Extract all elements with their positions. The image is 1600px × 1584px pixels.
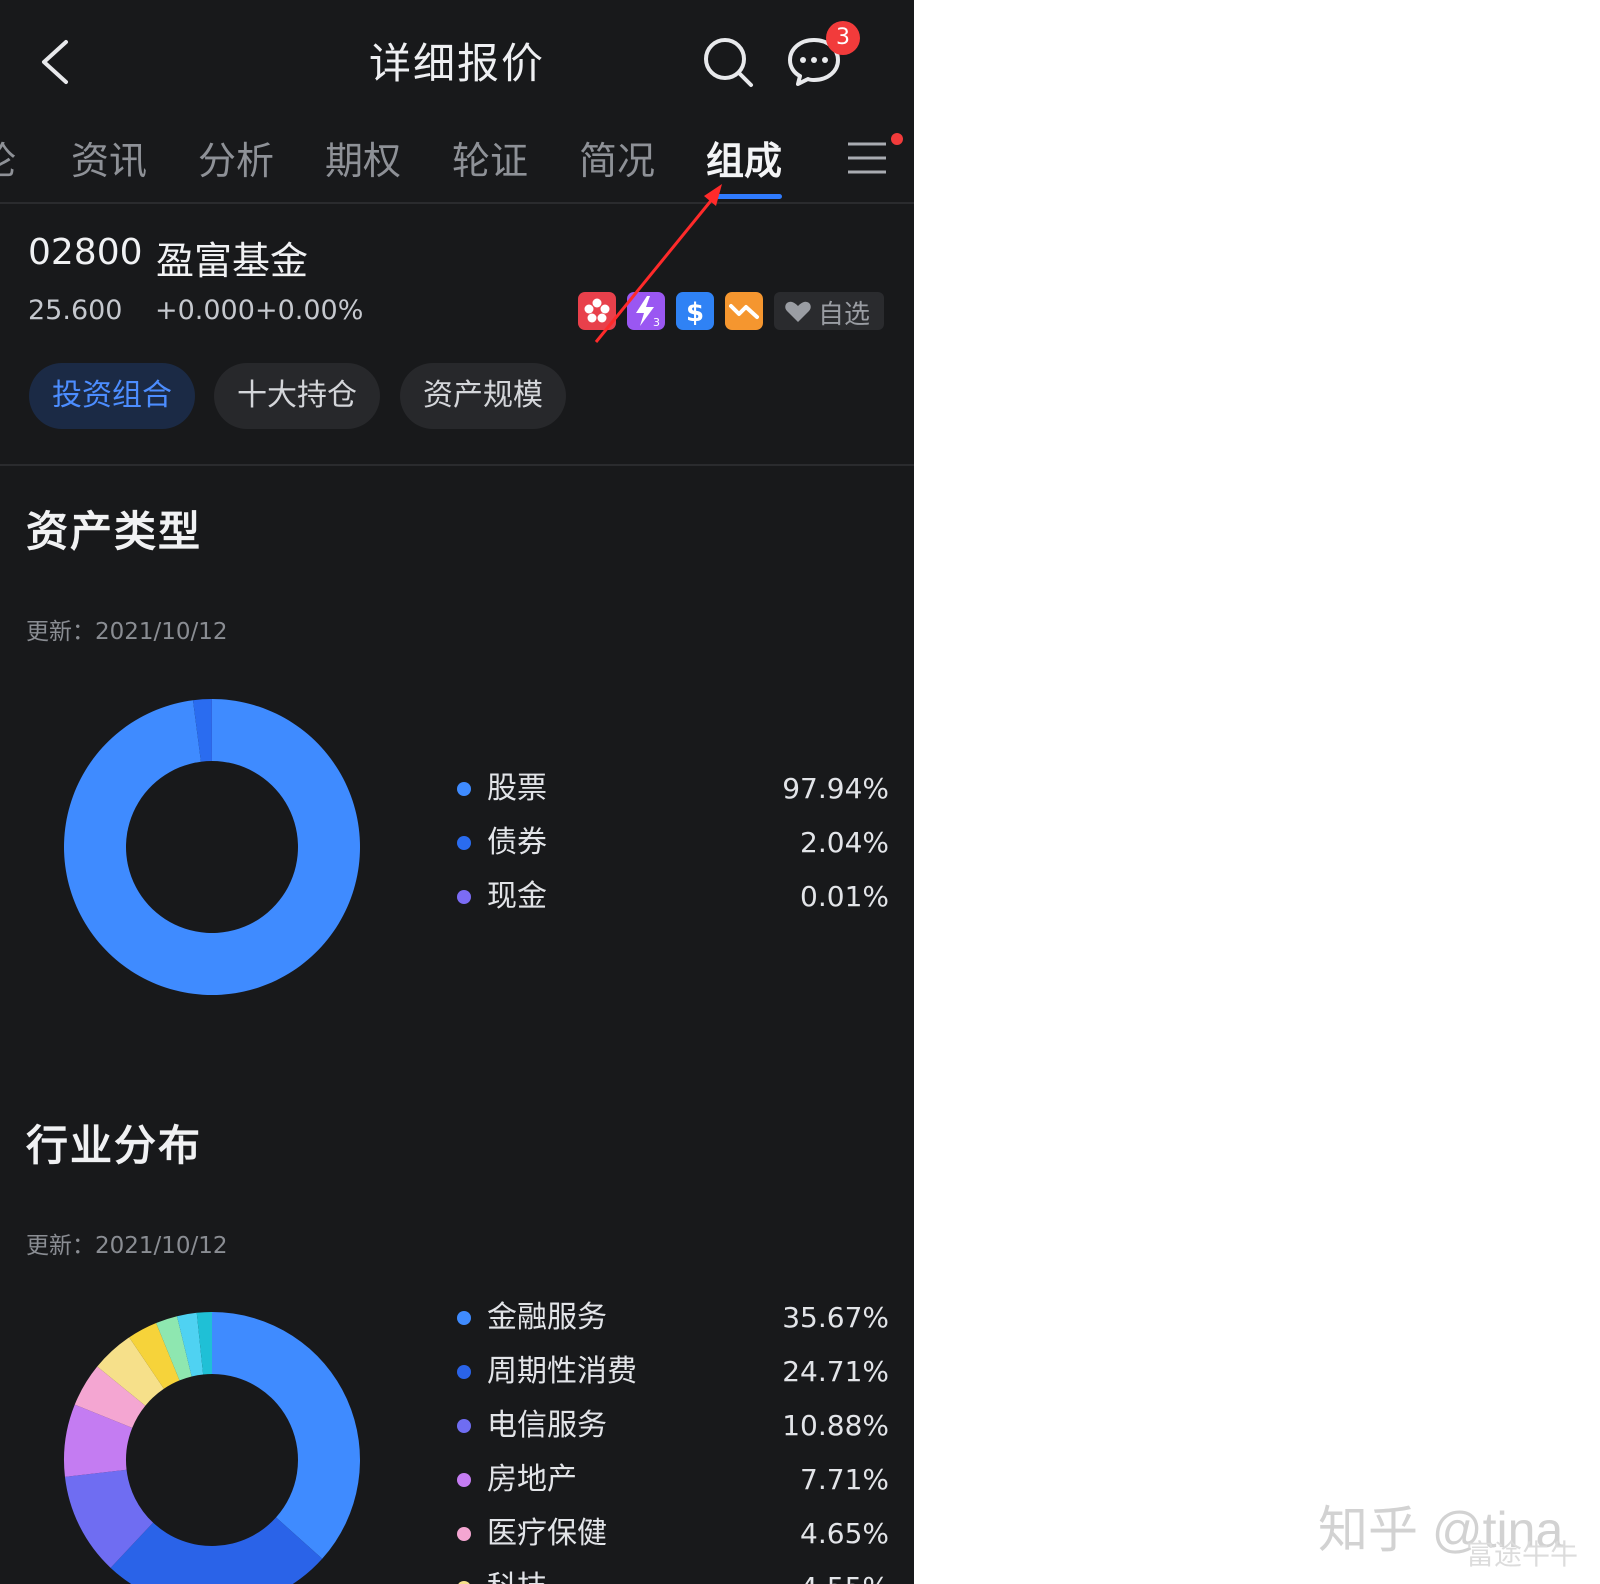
stock-price: 25.600 (28, 295, 123, 326)
legend-label: 现金 (487, 879, 547, 914)
legend-item: 电信服务 10.88% (455, 1406, 889, 1446)
legend-value: 4.65% (800, 1517, 889, 1550)
legend-item: 科技 4.55% (455, 1568, 889, 1584)
menu-red-dot (891, 133, 903, 145)
legend-label: 电信服务 (487, 1408, 607, 1443)
tab-warrants[interactable]: 轮证 (452, 130, 528, 185)
legend-value: 4.55% (800, 1568, 889, 1584)
legend-label: 房地产 (487, 1462, 577, 1497)
legend-dot (457, 890, 471, 904)
legend-label: 金融服务 (487, 1300, 607, 1335)
legend-item: 现金 0.01% (455, 877, 889, 917)
industry-update-time: 更新：2021/10/12 (26, 1233, 228, 1259)
legend-dot (457, 1473, 471, 1487)
annotation-arrow-icon (594, 184, 722, 343)
legend-item: 周期性消费 24.71% (455, 1352, 889, 1392)
legend-value: 35.67% (782, 1301, 889, 1334)
legend-label: 医疗保健 (487, 1516, 607, 1551)
legend-label: 债券 (487, 825, 547, 860)
heart-icon (785, 301, 811, 322)
legend-value: 97.94% (782, 772, 889, 805)
search-icon[interactable] (700, 34, 756, 90)
industry-title: 行业分布 (26, 1121, 203, 1170)
divider (0, 202, 914, 204)
legend-label: 科技 (487, 1568, 547, 1584)
asset-donut-chart (63, 699, 360, 995)
legend-dot (457, 1419, 471, 1433)
legend-item: 医疗保健 4.65% (455, 1514, 889, 1554)
legend-value: 24.71% (782, 1355, 889, 1388)
legend-label: 股票 (487, 771, 547, 806)
subtab-top10-holdings[interactable]: 十大持仓 (214, 363, 380, 429)
legend-dot (457, 1527, 471, 1541)
industry-slice (212, 1312, 360, 1559)
tab-comment[interactable]: 论 (0, 130, 16, 185)
legend-dot (457, 1311, 471, 1325)
legend-item: 金融服务 35.67% (455, 1298, 889, 1338)
legend-dot (457, 836, 471, 850)
stock-code: 02800 (28, 232, 143, 273)
subtab-portfolio[interactable]: 投资组合 (29, 363, 195, 429)
legend-item: 房地产 7.71% (455, 1460, 889, 1500)
legend-value: 2.04% (800, 826, 889, 859)
watchlist-button[interactable]: 自选 (774, 292, 884, 330)
industry-donut-chart (64, 1312, 360, 1584)
stock-change: +0.000 (155, 295, 255, 326)
divider (0, 464, 914, 466)
notification-badge: 3 (826, 21, 860, 55)
tab-options[interactable]: 期权 (325, 130, 401, 185)
watchlist-label: 自选 (818, 300, 871, 330)
watermark-sub: 富途牛牛 (1466, 1538, 1579, 1571)
asset-type-title: 资产类型 (26, 507, 203, 556)
stock-change-pct: +0.00% (255, 295, 364, 326)
stock-name: 盈富基金 (156, 239, 309, 283)
legend-dot (457, 782, 471, 796)
subtab-asset-size[interactable]: 资产规模 (400, 363, 566, 429)
tab-analysis[interactable]: 分析 (198, 130, 274, 185)
legend-dot (457, 1365, 471, 1379)
legend-value: 0.01% (800, 880, 889, 913)
legend-item: 债券 2.04% (455, 823, 889, 863)
asset-update-time: 更新：2021/10/12 (26, 619, 228, 645)
legend-item: 股票 97.94% (455, 769, 889, 809)
legend-value: 7.71% (800, 1463, 889, 1496)
page-title: 详细报价 (368, 39, 545, 88)
menu-icon[interactable] (846, 138, 890, 178)
app-screen: 详细报价 3 论 资讯 分析 期权 轮证 简况 组成 02800 盈富基金 25… (0, 0, 914, 1584)
legend-value: 10.88% (782, 1409, 889, 1442)
tab-news[interactable]: 资讯 (71, 130, 147, 185)
legend-label: 周期性消费 (487, 1354, 637, 1389)
